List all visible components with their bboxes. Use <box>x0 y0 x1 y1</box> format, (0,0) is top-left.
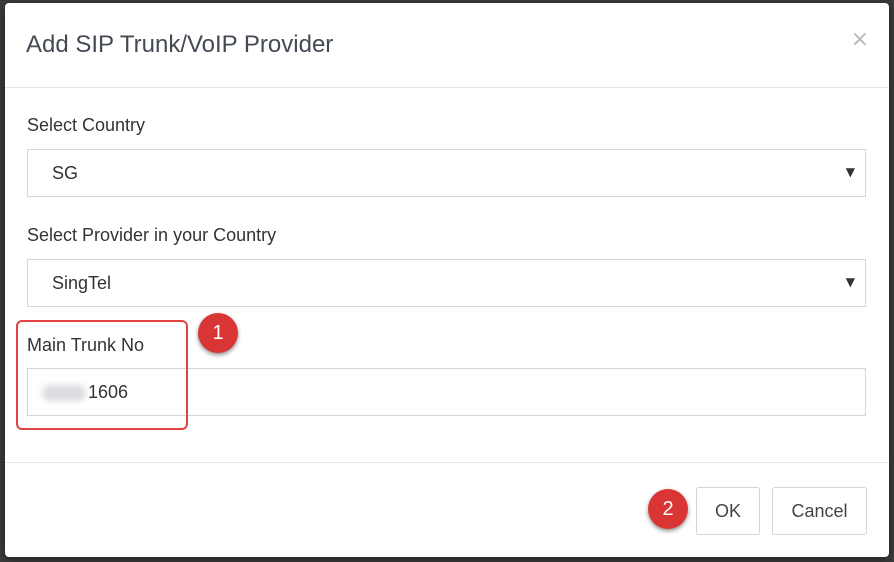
provider-selected-value: SingTel <box>52 273 112 293</box>
dialog-header: Add SIP Trunk/VoIP Provider × <box>5 3 889 88</box>
highlight-box-main-trunk <box>16 320 188 430</box>
provider-label: Select Provider in your Country <box>27 225 277 245</box>
dialog-title: Add SIP Trunk/VoIP Provider <box>26 31 334 58</box>
country-select[interactable]: SG ▼ <box>27 149 866 197</box>
country-label: Select Country <box>27 115 146 135</box>
close-icon[interactable]: × <box>851 29 869 51</box>
caret-down-icon: ▼ <box>845 275 855 289</box>
cancel-button[interactable]: Cancel <box>772 487 867 535</box>
step-badge-1: 1 <box>198 313 238 353</box>
ok-button[interactable]: OK <box>696 487 760 535</box>
caret-down-icon: ▼ <box>845 165 855 179</box>
add-sip-trunk-dialog: Add SIP Trunk/VoIP Provider × Select Cou… <box>5 3 889 557</box>
provider-select[interactable]: SingTel ▼ <box>27 259 866 307</box>
step-badge-2: 2 <box>648 489 688 529</box>
dialog-footer: 2 OK Cancel <box>5 462 889 557</box>
country-selected-value: SG <box>52 163 79 183</box>
